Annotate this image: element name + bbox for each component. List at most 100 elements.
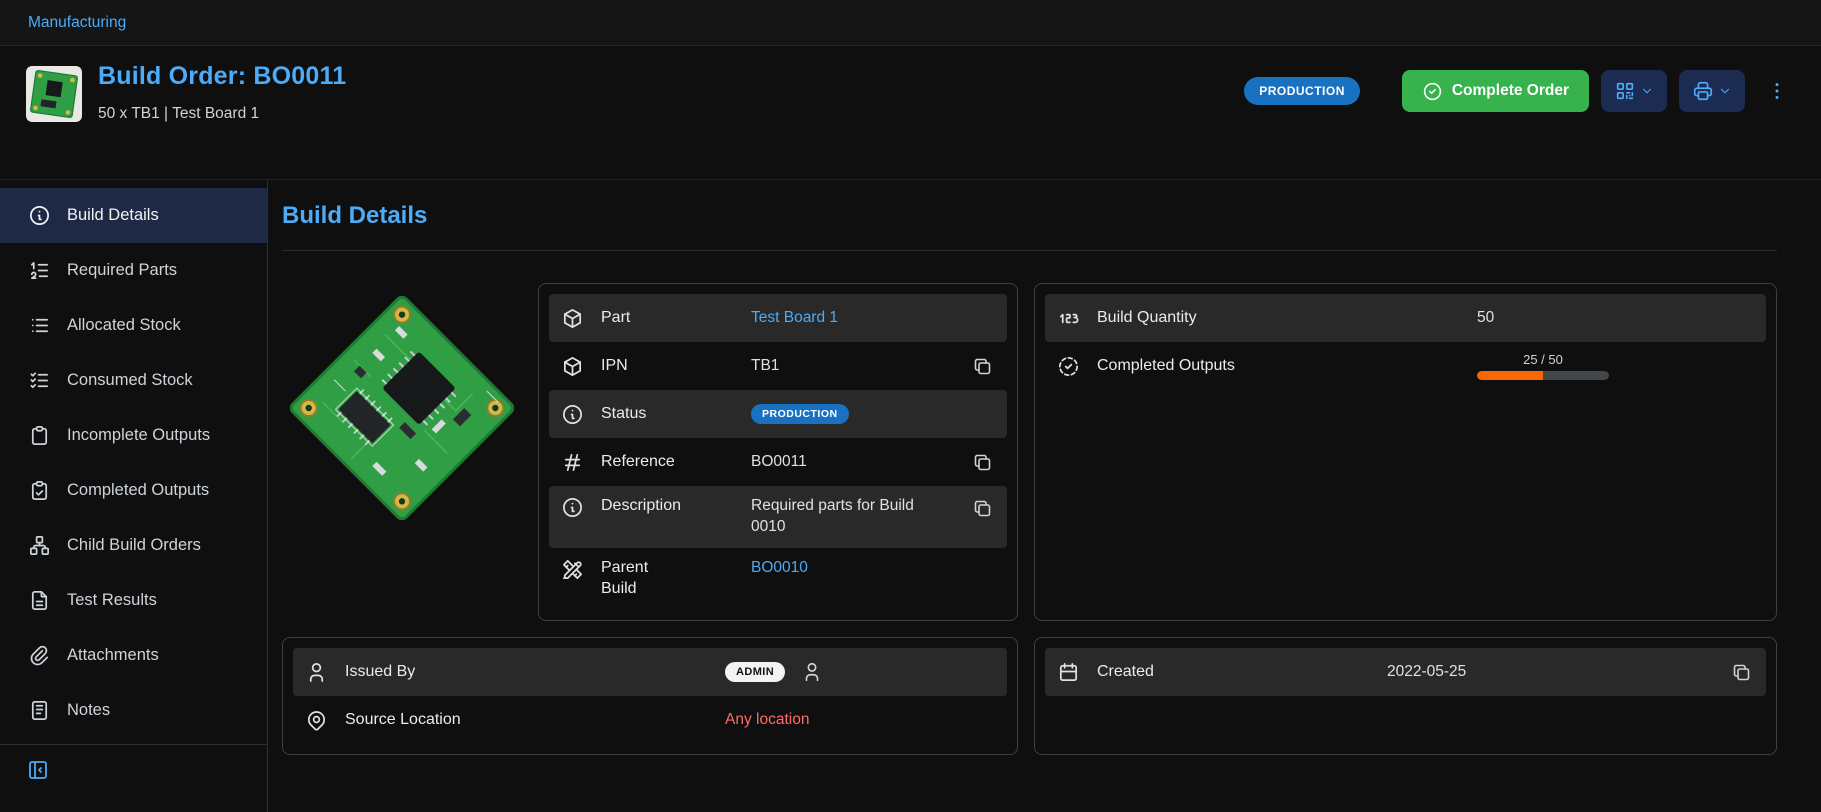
sidebar-item-attachments[interactable]: Attachments — [0, 628, 267, 683]
sidebar-item-label: Build Details — [67, 206, 159, 225]
copy-icon — [1731, 662, 1752, 683]
detail-label: IPN — [601, 356, 751, 377]
list-icon — [28, 314, 51, 337]
page-header: Build Order: BO0011 50 x TB1 | Test Boar… — [0, 46, 1821, 180]
numbers-123-icon — [1057, 307, 1080, 330]
created-panel: Created 2022-05-25 — [1034, 637, 1777, 755]
chevron-down-icon — [1640, 84, 1654, 98]
print-actions-button[interactable] — [1679, 70, 1745, 112]
map-pin-icon — [305, 709, 328, 732]
section-title: Build Details — [282, 202, 1777, 230]
copy-created-button[interactable] — [1729, 660, 1754, 685]
dots-vertical-icon — [1766, 80, 1788, 102]
issued-panel: Issued By ADMIN Source Location Any loca… — [282, 637, 1018, 755]
issued-by-badge: ADMIN — [725, 662, 785, 682]
sidebar-item-child-build-orders[interactable]: Child Build Orders — [0, 518, 267, 573]
sidebar: Build Details Required Parts Allocated S… — [0, 180, 268, 812]
complete-order-button[interactable]: Complete Order — [1402, 70, 1589, 112]
more-actions-button[interactable] — [1763, 70, 1791, 112]
notes-icon — [28, 699, 51, 722]
sidebar-footer — [0, 744, 267, 794]
reference-value: BO0011 — [751, 452, 807, 473]
progress-track — [1477, 371, 1609, 380]
copy-reference-button[interactable] — [970, 450, 995, 475]
sidebar-item-label: Child Build Orders — [67, 536, 201, 555]
completed-outputs-progress: 25 / 50 — [1477, 352, 1609, 380]
detail-row-status: Status PRODUCTION — [549, 390, 1007, 438]
detail-label: Description — [601, 496, 751, 517]
row-created: Created 2022-05-25 — [1045, 648, 1766, 696]
hash-icon — [561, 451, 584, 474]
sidebar-item-required-parts[interactable]: Required Parts — [0, 243, 267, 298]
sidebar-item-label: Consumed Stock — [67, 371, 193, 390]
breadcrumb-link-manufacturing[interactable]: Manufacturing — [28, 14, 126, 32]
detail-label: Parent Build — [601, 558, 751, 600]
created-label: Created — [1097, 662, 1387, 683]
list-check-icon — [28, 369, 51, 392]
title-block: Build Order: BO0011 50 x TB1 | Test Boar… — [98, 62, 346, 123]
user-icon — [305, 661, 328, 684]
barcode-actions-button[interactable] — [1601, 70, 1667, 112]
build-stats-panel: Build Quantity 50 Completed Outputs 25 /… — [1034, 283, 1777, 621]
detail-label: Status — [601, 404, 751, 425]
sidebar-item-label: Test Results — [67, 591, 157, 610]
copy-icon — [972, 356, 993, 377]
main-content: Build Details — [268, 180, 1821, 812]
progress-fill — [1477, 371, 1543, 380]
copy-description-button[interactable] — [970, 496, 995, 521]
list-numbers-icon — [28, 259, 51, 282]
created-value: 2022-05-25 — [1387, 662, 1466, 683]
circle-check-icon — [1422, 81, 1443, 102]
progress-label: 25 / 50 — [1477, 352, 1609, 367]
sidebar-item-test-results[interactable]: Test Results — [0, 573, 267, 628]
description-value: Required parts for Build 0010 — [751, 496, 926, 538]
issued-by-label: Issued By — [345, 662, 725, 683]
page-subtitle: 50 x TB1 | Test Board 1 — [98, 105, 346, 123]
copy-ipn-button[interactable] — [970, 354, 995, 379]
sidebar-item-completed-outputs[interactable]: Completed Outputs — [0, 463, 267, 518]
status-pill: PRODUCTION — [751, 404, 849, 424]
detail-row-ipn: IPN TB1 — [549, 342, 1007, 390]
source-location-value: Any location — [725, 710, 809, 731]
source-location-label: Source Location — [345, 710, 725, 731]
detail-label: Part — [601, 308, 751, 329]
header-actions: PRODUCTION Complete Order — [1244, 70, 1791, 112]
sidebar-item-label: Attachments — [67, 646, 159, 665]
sidebar-item-consumed-stock[interactable]: Consumed Stock — [0, 353, 267, 408]
detail-row-description: Description Required parts for Build 001… — [549, 486, 1007, 548]
build-thumbnail[interactable] — [26, 66, 82, 122]
stat-label: Completed Outputs — [1097, 356, 1477, 377]
calendar-icon — [1057, 661, 1080, 684]
sidebar-item-allocated-stock[interactable]: Allocated Stock — [0, 298, 267, 353]
paperclip-icon — [28, 644, 51, 667]
part-link[interactable]: Test Board 1 — [751, 308, 838, 329]
sidebar-item-notes[interactable]: Notes — [0, 683, 267, 738]
detail-row-part: Part Test Board 1 — [549, 294, 1007, 342]
detail-row-reference: Reference BO0011 — [549, 438, 1007, 486]
sidebar-item-label: Required Parts — [67, 261, 177, 280]
copy-icon — [972, 498, 993, 519]
part-image-container — [282, 283, 522, 621]
sidebar-item-label: Incomplete Outputs — [67, 426, 210, 445]
parent-build-link[interactable]: BO0010 — [751, 558, 808, 579]
sidebar-item-label: Completed Outputs — [67, 481, 209, 500]
row-source-location: Source Location Any location — [293, 696, 1007, 744]
ipn-value: TB1 — [751, 356, 779, 377]
info-circle-icon — [28, 204, 51, 227]
detail-label: Reference — [601, 452, 751, 473]
section-divider — [282, 250, 1777, 251]
sidebar-item-incomplete-outputs[interactable]: Incomplete Outputs — [0, 408, 267, 463]
sidebar-item-label: Allocated Stock — [67, 316, 181, 335]
build-quantity-value: 50 — [1477, 308, 1494, 329]
sidebar-item-build-details[interactable]: Build Details — [0, 188, 267, 243]
complete-order-label: Complete Order — [1452, 82, 1569, 100]
sidebar-collapse-button[interactable] — [26, 758, 50, 782]
box-icon — [561, 355, 584, 378]
copy-icon — [972, 452, 993, 473]
build-details-panel: Part Test Board 1 IPN TB1 Status PRODUCT… — [538, 283, 1018, 621]
row-issued-by: Issued By ADMIN — [293, 648, 1007, 696]
stat-row-completed-outputs: Completed Outputs 25 / 50 — [1045, 342, 1766, 390]
info-circle-icon — [561, 496, 584, 519]
status-badge: PRODUCTION — [1244, 77, 1360, 105]
box-icon — [561, 307, 584, 330]
